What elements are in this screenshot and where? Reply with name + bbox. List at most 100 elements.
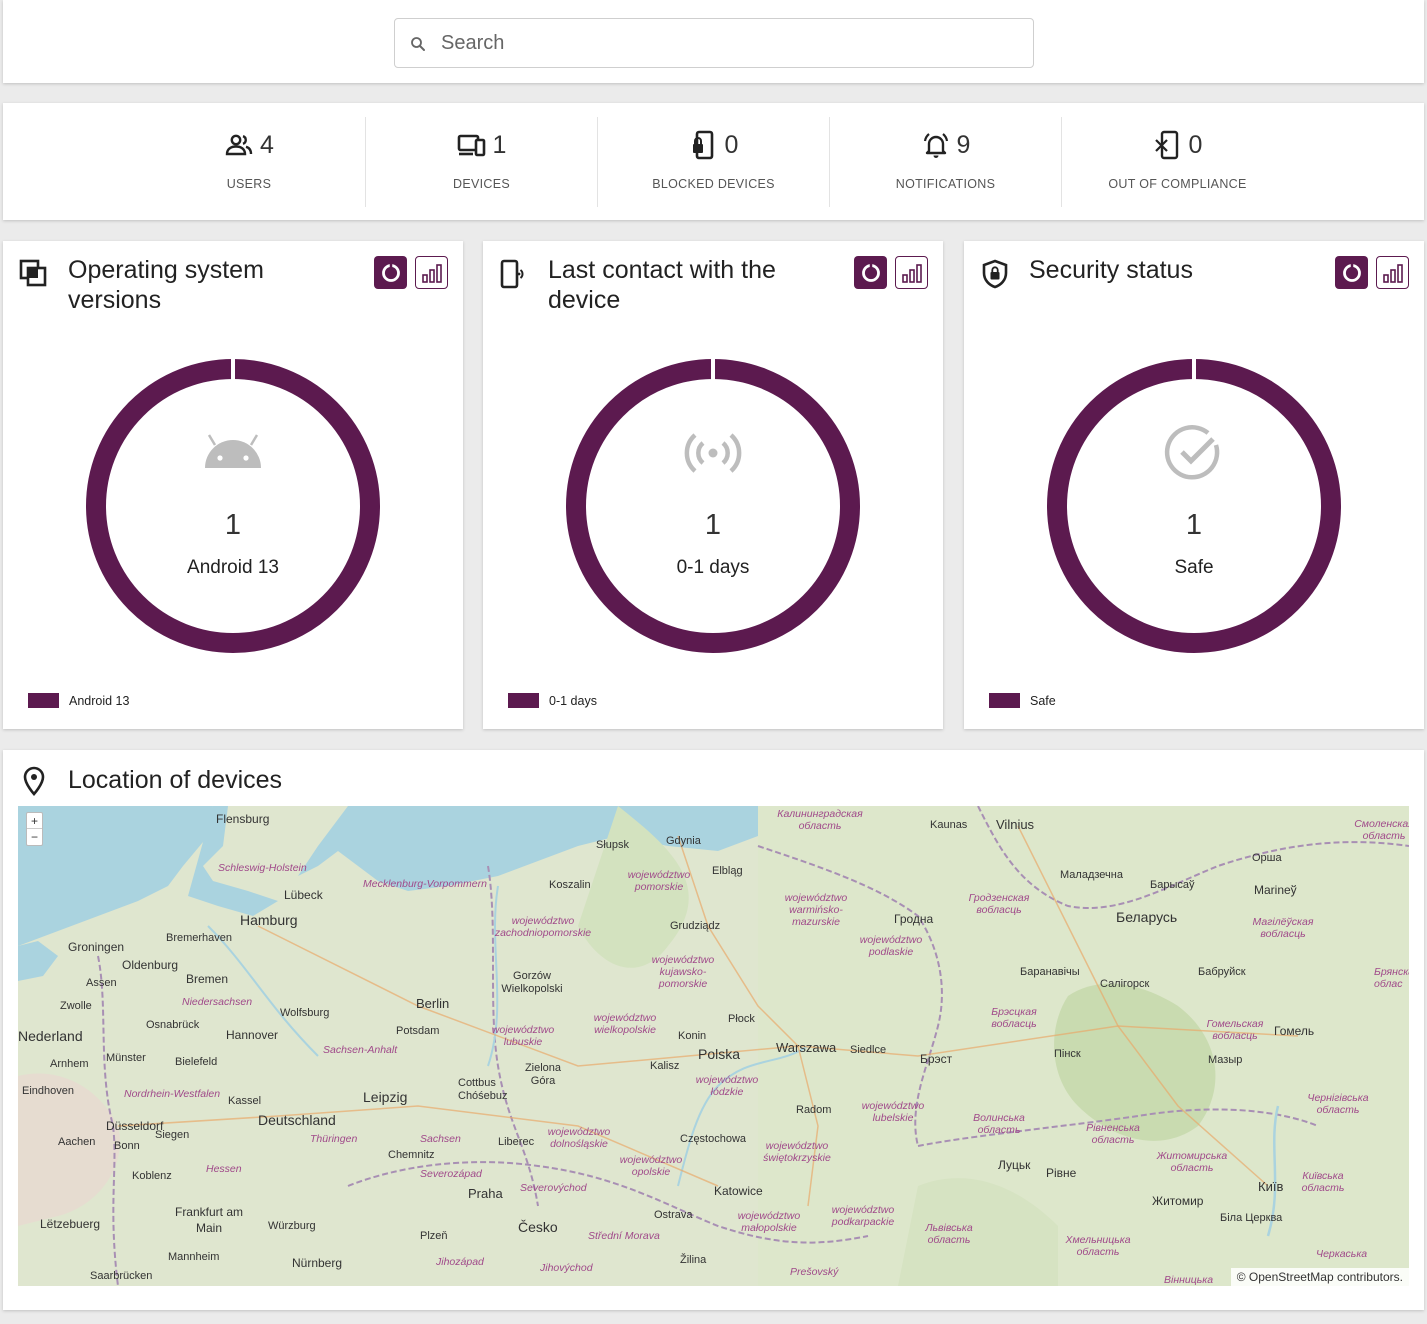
map-label: Plzeň: [420, 1230, 448, 1242]
stat-notifications[interactable]: 9 NOTIFICATIONS: [829, 117, 1061, 207]
os-legend-label: Android 13: [69, 693, 130, 708]
map-label: Hannover: [226, 1028, 279, 1042]
map-label: Бабруйск: [1198, 966, 1246, 978]
attribution-suffix: contributors.: [1333, 1270, 1403, 1284]
map-label: Saarbrücken: [90, 1270, 153, 1282]
shield-lock-icon: [982, 259, 1008, 289]
map-label: Deutschland: [258, 1112, 336, 1128]
map-label: Assen: [86, 977, 117, 989]
map-label: Черкаська: [1316, 1248, 1368, 1260]
map-label: Nederland: [18, 1028, 83, 1044]
zoom-in-button[interactable]: +: [27, 813, 42, 829]
map-label: województwo pomorskie: [627, 869, 691, 893]
bar-chart-icon: [421, 263, 442, 283]
map-label: Oldenburg: [122, 958, 179, 972]
security-legend-label: Safe: [1030, 693, 1056, 708]
map-label: Чернігівська область: [1307, 1092, 1369, 1116]
map-label: Liberec: [498, 1136, 535, 1148]
map-label: Osnabrück: [146, 1019, 200, 1031]
map-label: Grudziądz: [670, 920, 721, 932]
map-label: Житомир: [1152, 1194, 1204, 1208]
stat-devices[interactable]: 1 DEVICES: [365, 117, 597, 207]
map-label: Брянская облас: [1374, 966, 1409, 990]
map-label: Siedlce: [850, 1044, 887, 1056]
os-card-title: Operating system versions: [68, 256, 264, 314]
map-label: Біла Церква: [1220, 1212, 1283, 1224]
map-label: Мазыр: [1208, 1054, 1243, 1066]
map-label: Konin: [678, 1030, 707, 1042]
map-label: Flensburg: [216, 812, 270, 826]
map-label: województwo kujawsko-pomorskie: [651, 954, 715, 990]
users-icon: [225, 134, 253, 156]
donut-view-button[interactable]: [1335, 256, 1368, 289]
map-label: województwo małopolskie: [737, 1210, 801, 1234]
stat-users[interactable]: 4 USERS: [133, 117, 365, 207]
noncompliant-device-icon: [1154, 130, 1178, 160]
map-label: Leipzig: [363, 1089, 408, 1105]
map-label: Zielona Góra: [524, 1062, 562, 1087]
bar-view-button[interactable]: [415, 256, 448, 289]
map-label: województwo opolskie: [619, 1154, 683, 1178]
map-label: Cottbus Chóśebuz: [458, 1077, 508, 1102]
map-label: Hamburg: [240, 912, 298, 928]
security-count: 1: [1185, 509, 1203, 541]
security-legend: Safe: [989, 693, 1056, 708]
map-label: Магілёўская вобласць: [1252, 916, 1314, 940]
legend-swatch: [508, 693, 539, 708]
zoom-out-button[interactable]: −: [27, 829, 42, 845]
stat-users-label: USERS: [226, 177, 272, 191]
devices-icon: [457, 134, 485, 157]
map-label: Wolfsburg: [280, 1007, 330, 1019]
donut-view-button[interactable]: [854, 256, 887, 289]
bar-view-button[interactable]: [1376, 256, 1409, 289]
map-title: Location of devices: [68, 766, 283, 794]
map-label: Aachen: [58, 1136, 96, 1148]
stat-blocked-devices[interactable]: 0 BLOCKED DEVICES: [597, 117, 829, 207]
map-label: Jihozápad: [436, 1256, 484, 1268]
search-input[interactable]: [441, 27, 1011, 59]
search-box[interactable]: [394, 18, 1034, 68]
stat-notifications-value: 9: [956, 130, 971, 159]
donut-segment: [1047, 359, 1341, 653]
signal-icon: [684, 433, 742, 473]
map-label: Gorzów Wielkopolski: [501, 970, 563, 995]
map-label: Elbląg: [712, 865, 743, 877]
map-label: Kalisz: [650, 1060, 680, 1072]
map-label: Nordrhein-Westfalen: [124, 1088, 221, 1100]
map-label: województwo świętokrzyskie: [763, 1140, 831, 1164]
map-label: Potsdam: [396, 1025, 440, 1037]
device-map[interactable]: + − Flensburg Schleswig-Holstein Lübeck …: [18, 806, 1409, 1286]
stat-out-of-compliance[interactable]: 0 OUT OF COMPLIANCE: [1061, 117, 1293, 207]
map-label: Jihovýchod: [540, 1262, 593, 1274]
map-label: Würzburg: [268, 1220, 316, 1232]
map-label: Гродна: [894, 912, 934, 926]
donut-view-button[interactable]: [374, 256, 407, 289]
security-label: Safe: [1174, 557, 1214, 578]
map-label: Bremen: [186, 972, 229, 986]
map-label: Częstochowa: [680, 1133, 747, 1145]
bar-view-button[interactable]: [895, 256, 928, 289]
contact-count: 1: [704, 509, 722, 541]
stat-compliance-value: 0: [1188, 130, 1203, 159]
android-icon: [205, 434, 261, 468]
map-label: Гомель: [1274, 1024, 1315, 1038]
map-attribution: © OpenStreetMap contributors.: [1230, 1268, 1409, 1286]
map-label: Eindhoven: [22, 1085, 74, 1097]
map-label: Вінницька: [1164, 1274, 1214, 1286]
map-label: Калининградская область: [777, 808, 863, 832]
location-map-panel: Location of devices + − Flensburg Schles…: [3, 750, 1424, 1310]
donut-chart-icon: [381, 262, 400, 282]
map-label: Гродзенская вобласць: [968, 892, 1030, 916]
openstreetmap-link[interactable]: OpenStreetMap: [1249, 1270, 1334, 1284]
map-label: Koszalin: [549, 879, 591, 891]
map-zoom-control: + −: [26, 812, 43, 846]
os-layers-icon: [19, 259, 47, 287]
stat-devices-label: DEVICES: [453, 177, 510, 191]
map-label: Schleswig-Holstein: [218, 862, 307, 874]
os-versions-card: Operating system versions 1 Android 13 A…: [3, 241, 463, 729]
stat-users-value: 4: [260, 130, 274, 159]
contact-card-title: Last contact with the device: [548, 256, 776, 314]
map-label: Warszawa: [776, 1040, 837, 1055]
attribution-prefix: ©: [1236, 1270, 1249, 1284]
map-label: Hessen: [206, 1163, 242, 1175]
